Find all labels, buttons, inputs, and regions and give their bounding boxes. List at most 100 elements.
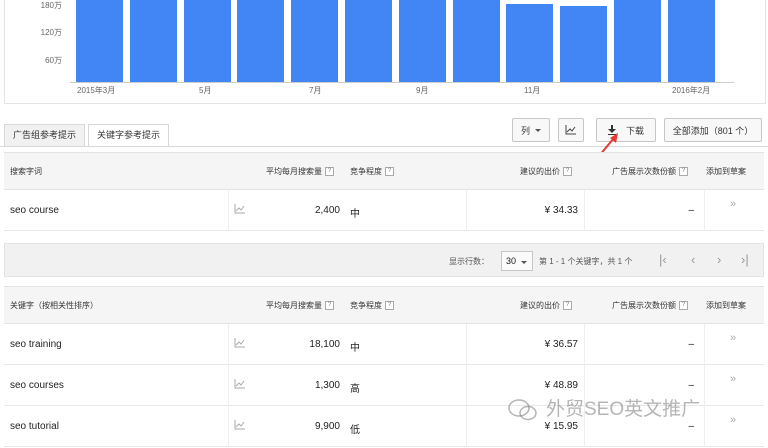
chart-bar (452, 0, 500, 82)
trend-chart-icon[interactable] (234, 338, 246, 348)
add-to-plan-chevron-icon[interactable]: » (730, 414, 736, 426)
wechat-logo-icon (508, 399, 537, 421)
trend-chart-icon[interactable] (234, 420, 246, 430)
add-all-label: 全部添加（801 个） (672, 125, 754, 136)
last-page-icon[interactable]: ›| (741, 252, 749, 267)
chart-bar (398, 0, 446, 82)
columns-button[interactable]: 列 (512, 118, 550, 142)
col-search-term: 搜索字词 (10, 167, 42, 176)
add-to-plan-chevron-icon[interactable]: » (730, 332, 736, 344)
x-tick-label: 2016年2月 (672, 86, 711, 95)
competition-value: 中 (350, 343, 360, 354)
table-row: seo training 18,100 中 ¥ 36.57 – » (4, 324, 764, 365)
x-tick-label: 7月 (309, 86, 322, 95)
keyword-table-header: 关键字（按相关性排序） 平均每月搜索量? 竞争程度? 建议的出价? 广告展示次数… (4, 286, 764, 324)
col-competition-label: 竞争程度 (350, 301, 382, 310)
suggested-bid-value: ¥ 34.33 (544, 205, 578, 216)
col-avg-searches: 平均每月搜索量? (266, 166, 334, 177)
rows-label: 显示行数： (449, 257, 489, 266)
keyword-text: seo tutorial (10, 421, 59, 432)
keyword-text: seo course (10, 205, 59, 216)
download-label: 下载 (625, 125, 644, 136)
keyword-text: seo courses (10, 380, 64, 391)
help-icon[interactable]: ? (325, 167, 334, 177)
tab-divider (0, 146, 768, 147)
chart-bar (345, 0, 392, 82)
range-label: 第 1 - 1 个关键字，共 1 个 (539, 257, 633, 266)
chart-bar (560, 5, 608, 82)
y-tick-label: 180万 (40, 1, 62, 10)
x-tick-label: 11月 (524, 86, 541, 95)
col-impression-share-label: 广告展示次数份额 (612, 167, 676, 176)
next-page-icon[interactable]: › (717, 252, 721, 267)
avg-searches-value: 2,400 (314, 205, 340, 216)
impression-share-value: – (688, 380, 694, 391)
trend-chart-icon[interactable] (234, 379, 246, 389)
col-competition: 竞争程度? (350, 300, 394, 311)
trend-chart-icon[interactable] (234, 204, 246, 214)
tab-keyword-ideas[interactable]: 关键字参考提示 (88, 124, 170, 147)
impression-share-value: – (688, 339, 694, 350)
col-add-to-plan: 添加到草案 (706, 301, 746, 310)
impression-share-value: – (688, 421, 694, 432)
line-chart-icon (565, 125, 576, 135)
add-all-button[interactable]: 全部添加（801 个） (664, 118, 762, 142)
avg-searches-value: 1,300 (314, 380, 340, 391)
table-row: seo course 2,400 中 ¥ 34.33 – » (4, 190, 764, 231)
x-axis (70, 82, 734, 83)
avg-searches-value: 9,900 (314, 421, 340, 432)
col-suggested-bid: 建议的出价? (520, 300, 572, 311)
competition-value: 低 (350, 425, 360, 436)
x-tick-label: 2015年3月 (77, 86, 116, 95)
avg-searches-value: 18,100 (309, 339, 340, 350)
watermark-text: 外贸SEO英文推广 (546, 399, 701, 420)
col-add-to-plan: 添加到草案 (706, 167, 746, 176)
col-impression-share: 广告展示次数份额? (612, 300, 688, 311)
chevron-down-icon (521, 261, 528, 264)
help-icon[interactable]: ? (563, 167, 572, 177)
chart-bar (506, 4, 554, 82)
suggested-bid-value: ¥ 36.57 (544, 339, 578, 350)
search-term-table-header: 搜索字词 平均每月搜索量? 竞争程度? 建议的出价? 广告展示次数份额? 添加到… (4, 152, 764, 190)
add-to-plan-chevron-icon[interactable]: » (730, 198, 736, 210)
first-page-icon[interactable]: |‹ (659, 252, 667, 267)
col-impression-share-label: 广告展示次数份额 (612, 301, 676, 310)
help-icon[interactable]: ? (385, 301, 394, 311)
col-avg-searches: 平均每月搜索量? (266, 300, 334, 311)
competition-value: 中 (350, 209, 360, 220)
help-icon[interactable]: ? (563, 301, 572, 311)
competition-value: 高 (350, 384, 360, 395)
tab-ad-group-ideas[interactable]: 广告组参考提示 (4, 124, 86, 146)
rows-value: 30 (506, 256, 517, 266)
chart-bar (76, 0, 123, 82)
chart-toggle-button[interactable] (558, 118, 584, 142)
help-icon[interactable]: ? (679, 301, 688, 311)
col-competition-label: 竞争程度 (350, 167, 382, 176)
chevron-down-icon (535, 128, 541, 132)
chart-bar (291, 0, 339, 82)
col-avg-searches-label: 平均每月搜索量 (266, 301, 322, 310)
chart-bar (129, 0, 177, 82)
col-suggested-bid: 建议的出价? (520, 166, 572, 177)
chart-bar (237, 0, 285, 82)
impression-share-value: – (688, 205, 694, 216)
col-suggested-bid-label: 建议的出价 (520, 301, 560, 310)
help-icon[interactable]: ? (679, 167, 688, 177)
help-icon[interactable]: ? (325, 301, 334, 311)
pagination-bar: 显示行数： 30 第 1 - 1 个关键字，共 1 个 |‹ ‹ › ›| (4, 243, 764, 277)
rows-per-page-select[interactable]: 30 (501, 251, 533, 271)
y-tick-label: 120万 (40, 28, 62, 37)
chart-bar (183, 0, 231, 82)
keyword-text: seo training (10, 339, 62, 350)
col-suggested-bid-label: 建议的出价 (520, 167, 560, 176)
y-tick-label: 60万 (45, 56, 62, 65)
suggested-bid-value: ¥ 15.95 (544, 421, 578, 432)
x-tick-label: 5月 (199, 86, 212, 95)
prev-page-icon[interactable]: ‹ (691, 252, 695, 267)
chart-bar (614, 0, 661, 82)
help-icon[interactable]: ? (385, 167, 394, 177)
search-volume-chart: 180万 120万 60万 2015年3月 5月 7月 9月 11月 2016年… (0, 0, 768, 104)
col-competition: 竞争程度? (350, 166, 394, 177)
suggested-bid-value: ¥ 48.89 (544, 380, 578, 391)
add-to-plan-chevron-icon[interactable]: » (730, 373, 736, 385)
